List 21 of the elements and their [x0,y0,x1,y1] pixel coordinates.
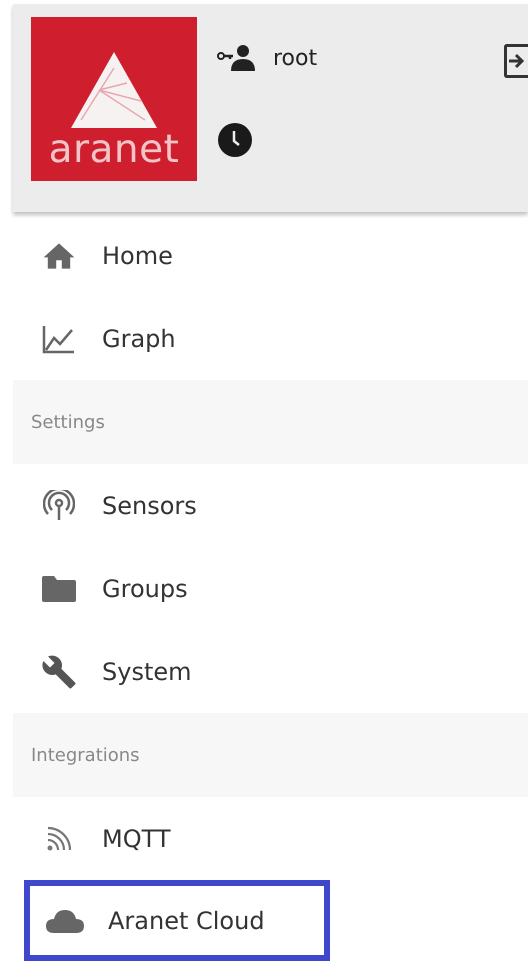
menu-item[interactable]: System [13,630,222,713]
username: root [273,46,318,70]
wrench-icon [41,654,77,690]
section-heading: Settings [13,380,528,464]
menu-item[interactable]: Home [13,214,203,297]
clock-icon[interactable] [217,122,253,158]
logo-text: aranet [48,130,180,169]
signal-icon [43,490,75,522]
menu-item[interactable]: Graph [13,297,206,380]
logo-icon [69,50,159,130]
line-chart-icon [42,324,76,354]
folder-icon [41,574,77,602]
section-heading: Integrations [13,713,528,797]
menu-item[interactable]: Sensors [13,464,227,547]
rss-icon [46,826,72,852]
cloud-icon [45,908,85,934]
menu-item[interactable]: Aranet Cloud [24,880,330,961]
menu-item[interactable]: MQTT [13,797,200,880]
home-icon [42,242,76,270]
logout-icon[interactable] [504,44,528,78]
menu-item[interactable]: Groups [13,547,218,630]
